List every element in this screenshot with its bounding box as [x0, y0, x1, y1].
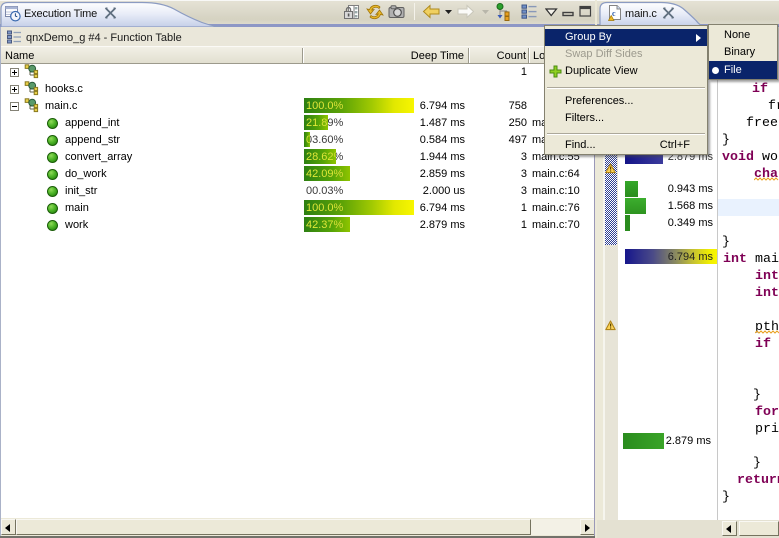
svg-text:c: c [612, 9, 616, 18]
